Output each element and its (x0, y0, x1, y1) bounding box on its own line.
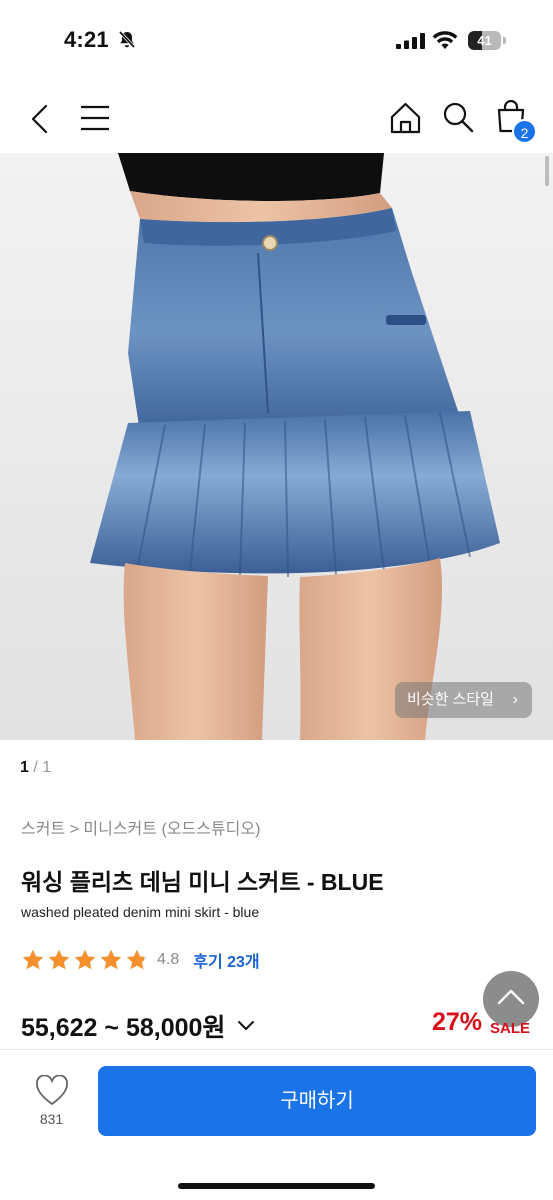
home-icon[interactable] (390, 102, 421, 134)
cart-count-badge: 2 (512, 119, 537, 144)
price-range: 55,622 ~ 58,000원 (21, 1014, 226, 1042)
scroll-to-top-button[interactable] (483, 971, 539, 1027)
arrow-up-icon (497, 989, 525, 1005)
product-subtitle: washed pleated denim mini skirt - blue (21, 904, 260, 920)
status-time: 4:21 (64, 27, 109, 52)
star-icon (48, 949, 70, 970)
heart-icon[interactable] (35, 1074, 69, 1107)
star-icon (74, 949, 96, 970)
signal-icon (396, 33, 425, 49)
search-icon[interactable] (443, 102, 474, 133)
image-page-counter: 1 / 1 (20, 759, 51, 777)
battery-icon: 41 (468, 31, 506, 50)
page-total: / 1 (33, 759, 52, 776)
product-title: 워싱 플리츠 데님 미니 스커트 - BLUE (21, 869, 384, 895)
rating-value: 4.8 (157, 951, 180, 968)
bell-off-icon (118, 30, 136, 49)
menu-icon[interactable] (80, 105, 110, 131)
product-image[interactable] (0, 153, 553, 740)
status-bar: 4:21 41 (0, 0, 553, 80)
scroll-indicator (545, 156, 549, 186)
similar-style-label: 비슷한 스타일 (407, 691, 494, 708)
chevron-right-icon: › (512, 691, 518, 708)
page-current: 1 (20, 759, 29, 776)
like-count: 831 (39, 1111, 64, 1127)
rating-row: 4.8 후기 23개 (21, 946, 260, 974)
chevron-down-icon[interactable] (236, 1019, 256, 1033)
battery-level: 41 (477, 33, 492, 48)
similar-style-button[interactable]: 비슷한 스타일 › (395, 682, 532, 718)
sale-label: SALE (490, 1020, 531, 1037)
wifi-icon (432, 31, 458, 49)
review-link[interactable]: 후기 23개 (193, 948, 259, 972)
home-indicator (178, 1183, 375, 1189)
star-icon (100, 949, 122, 970)
breadcrumb[interactable]: 스커트 > 미니스커트 (오드스튜디오) (21, 815, 260, 839)
buy-button[interactable]: 구매하기 (98, 1066, 536, 1136)
back-icon[interactable] (28, 103, 50, 135)
star-icon (22, 949, 44, 970)
price-row[interactable]: 55,622 ~ 58,000원 (21, 1008, 256, 1044)
rating-stars (21, 948, 151, 972)
discount-percent: 27% (432, 1008, 483, 1036)
star-icon (126, 949, 148, 970)
